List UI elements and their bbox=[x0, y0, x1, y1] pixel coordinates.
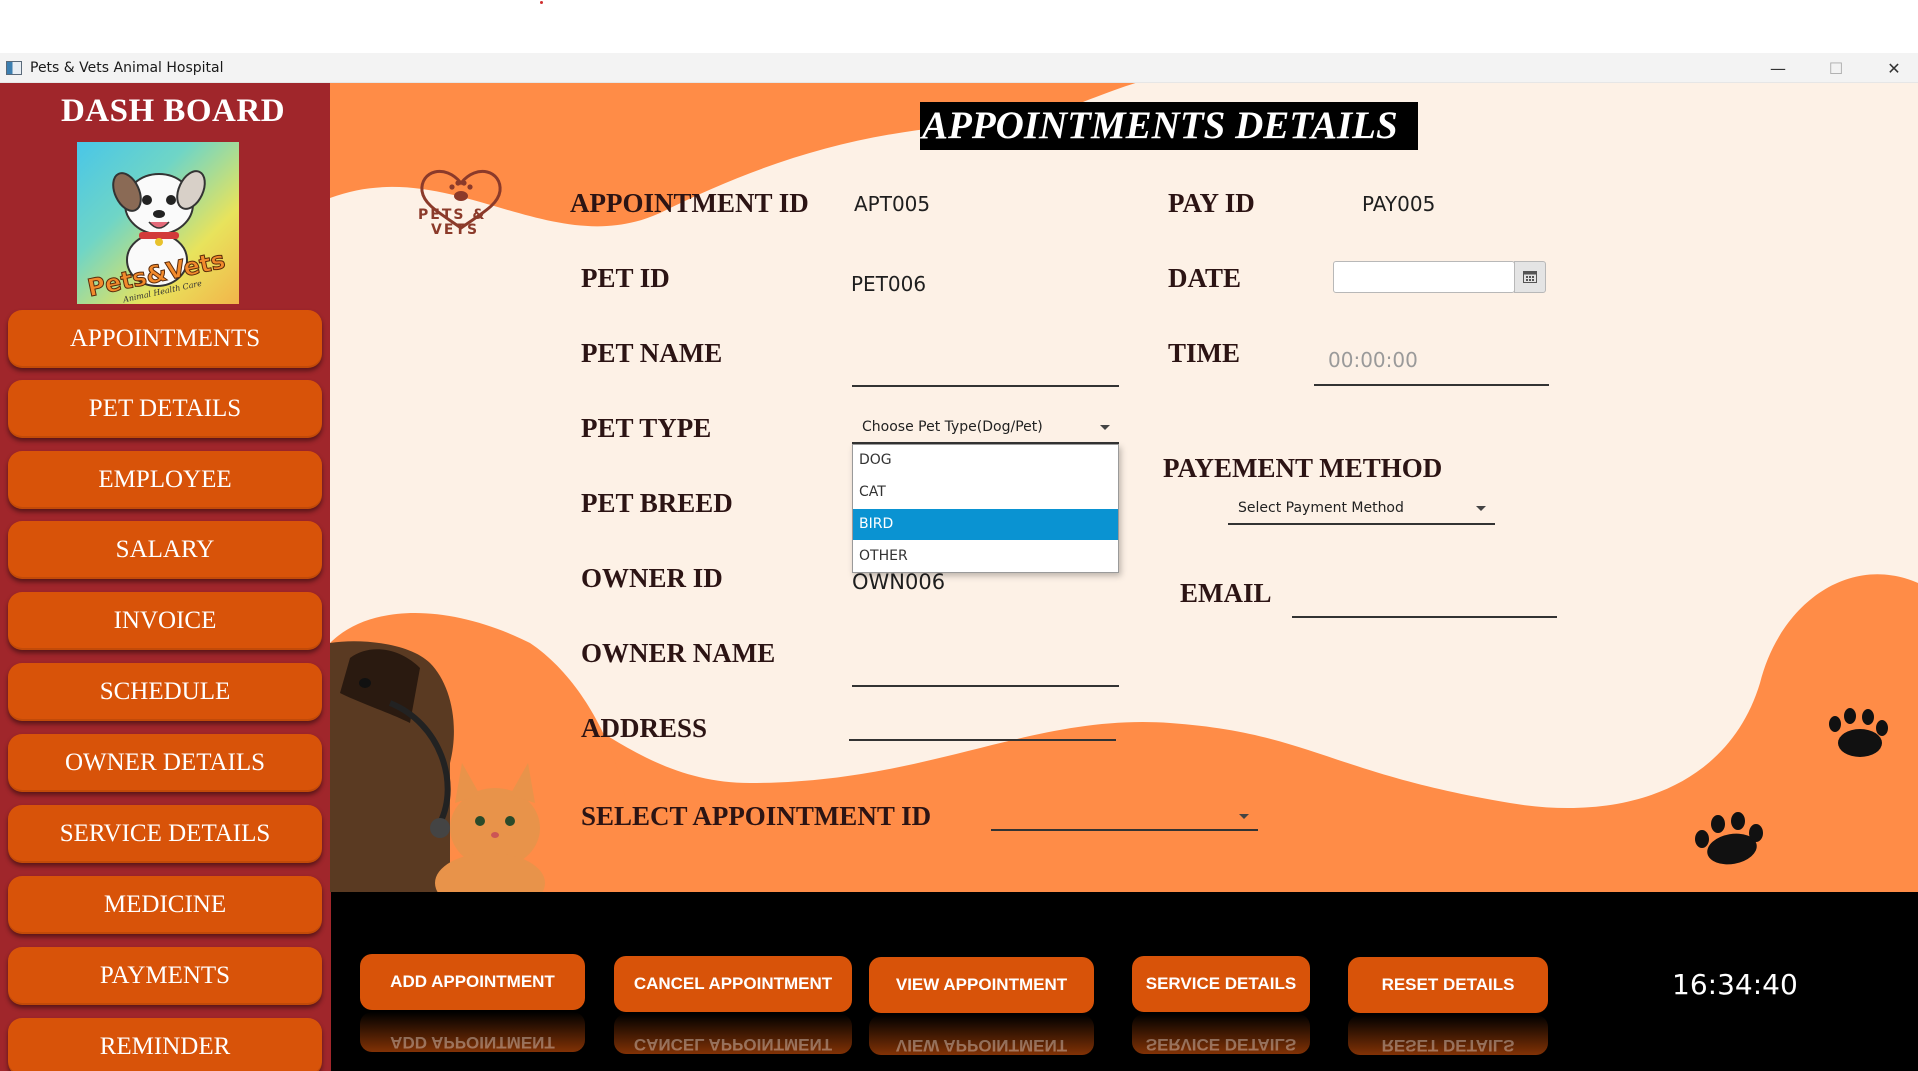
cancel-appointment-reflection: CANCEL APPOINTMENT bbox=[614, 1014, 852, 1054]
pet-breed-label: PET BREED bbox=[581, 488, 733, 518]
appointment-id-value: APT005 bbox=[854, 192, 931, 216]
nav-pet-details-button[interactable]: PET DETAILS bbox=[8, 380, 322, 438]
nav-employee-button[interactable]: EMPLOYEE bbox=[8, 451, 322, 509]
nav-reminder-button[interactable]: REMINDER bbox=[8, 1018, 322, 1071]
brand-line-2: VETS bbox=[431, 222, 480, 238]
chevron-down-icon bbox=[1476, 506, 1486, 511]
nav-owner-details-button[interactable]: OWNER DETAILS bbox=[8, 734, 322, 792]
pay-id-value: PAY005 bbox=[1362, 192, 1436, 216]
background-blob bbox=[330, 83, 1918, 892]
select-appointment-id-dropdown[interactable] bbox=[991, 800, 1258, 832]
date-label: DATE bbox=[1168, 263, 1242, 293]
add-appointment-reflection: ADD APPOINTMENT bbox=[360, 1012, 585, 1052]
appointment-id-label: APPOINTMENT ID bbox=[570, 188, 809, 218]
sidebar-title: DASH BOARD bbox=[60, 93, 286, 129]
window-title: Pets & Vets Animal Hospital bbox=[30, 60, 224, 76]
nav-salary-button[interactable]: SALARY bbox=[8, 521, 322, 579]
cancel-appointment-button[interactable]: CANCEL APPOINTMENT bbox=[614, 956, 852, 1012]
owner-id-label: OWNER ID bbox=[581, 563, 723, 593]
app-icon bbox=[6, 61, 22, 75]
time-label: TIME bbox=[1168, 338, 1241, 368]
pet-type-option-other[interactable]: OTHER bbox=[853, 541, 1118, 572]
maximize-button[interactable]: ☐ bbox=[1808, 53, 1864, 83]
pet-type-label: PET TYPE bbox=[581, 413, 712, 443]
pet-name-input[interactable] bbox=[852, 385, 1119, 387]
pet-id-label: PET ID bbox=[581, 263, 670, 293]
service-details-button[interactable]: SERVICE DETAILS bbox=[1132, 956, 1310, 1012]
close-button[interactable]: ✕ bbox=[1866, 53, 1918, 83]
clock: 16:34:40 bbox=[1672, 968, 1798, 1001]
calendar-button[interactable] bbox=[1514, 261, 1546, 293]
calendar-icon bbox=[1523, 271, 1537, 283]
pet-type-option-cat[interactable]: CAT bbox=[853, 477, 1118, 508]
address-label: ADDRESS bbox=[581, 713, 708, 743]
sidebar: DASH BOARD Pets&Vets Animal Health Care … bbox=[0, 83, 330, 1071]
nav-schedule-button[interactable]: SCHEDULE bbox=[8, 663, 322, 721]
time-input[interactable]: 00:00:00 bbox=[1314, 340, 1549, 386]
email-input[interactable] bbox=[1292, 616, 1557, 618]
cursor-dot bbox=[540, 1, 543, 4]
pet-name-label: PET NAME bbox=[581, 338, 723, 368]
service-details-reflection: SERVICE DETAILS bbox=[1132, 1014, 1310, 1054]
pet-type-option-bird[interactable]: BIRD bbox=[853, 509, 1118, 540]
pet-type-option-dog[interactable]: DOG bbox=[853, 445, 1118, 476]
view-appointment-button[interactable]: VIEW APPOINTMENT bbox=[869, 957, 1094, 1013]
pet-id-value: PET006 bbox=[851, 272, 927, 296]
nav-appointments-button[interactable]: APPOINTMENTS bbox=[8, 310, 322, 368]
window-titlebar: Pets & Vets Animal Hospital — ☐ ✕ bbox=[0, 53, 1918, 83]
pet-type-dropdown-list: DOG CAT BIRD OTHER bbox=[852, 444, 1119, 573]
reset-details-button[interactable]: RESET DETAILS bbox=[1348, 957, 1548, 1013]
owner-name-label: OWNER NAME bbox=[581, 638, 776, 668]
time-underline bbox=[1314, 384, 1549, 386]
view-appointment-reflection: VIEW APPOINTMENT bbox=[869, 1015, 1094, 1055]
chevron-down-icon bbox=[1100, 425, 1110, 430]
select-appointment-id-label: SELECT APPOINTMENT ID bbox=[581, 801, 932, 831]
payment-method-select[interactable]: Select Payment Method bbox=[1228, 495, 1495, 525]
date-input[interactable] bbox=[1333, 261, 1515, 293]
time-placeholder: 00:00:00 bbox=[1328, 348, 1418, 372]
nav-payments-button[interactable]: PAYMENTS bbox=[8, 947, 322, 1005]
payment-method-placeholder: Select Payment Method bbox=[1238, 500, 1404, 516]
main-panel: PETS & VETS bbox=[330, 83, 1918, 892]
select-appointment-underline bbox=[991, 829, 1258, 831]
nav-service-details-button[interactable]: SERVICE DETAILS bbox=[8, 805, 322, 863]
pets-vets-logo: Pets&Vets Animal Health Care bbox=[77, 142, 239, 304]
pet-type-placeholder: Choose Pet Type(Dog/Pet) bbox=[862, 419, 1043, 435]
owner-name-input[interactable] bbox=[852, 685, 1119, 687]
nav-medicine-button[interactable]: MEDICINE bbox=[8, 876, 322, 934]
address-input[interactable] bbox=[849, 739, 1116, 741]
bottom-divider bbox=[327, 892, 331, 1071]
brand-line-1: PETS & bbox=[418, 207, 487, 223]
chevron-down-icon bbox=[1239, 814, 1249, 819]
payment-method-underline bbox=[1228, 523, 1495, 525]
payment-method-label: PAYEMENT METHOD bbox=[1163, 453, 1443, 483]
owner-id-value: OWN006 bbox=[852, 570, 946, 594]
minimize-button[interactable]: — bbox=[1750, 53, 1806, 83]
nav-invoice-button[interactable]: INVOICE bbox=[8, 592, 322, 650]
page-title: APPOINTMENTS DETAILS bbox=[920, 102, 1418, 150]
pet-type-select[interactable]: Choose Pet Type(Dog/Pet) bbox=[852, 414, 1119, 444]
email-label: EMAIL bbox=[1180, 578, 1272, 608]
add-appointment-button[interactable]: ADD APPOINTMENT bbox=[360, 954, 585, 1010]
reset-details-reflection: RESET DETAILS bbox=[1348, 1015, 1548, 1055]
pay-id-label: PAY ID bbox=[1168, 188, 1255, 218]
top-band bbox=[0, 0, 1918, 53]
